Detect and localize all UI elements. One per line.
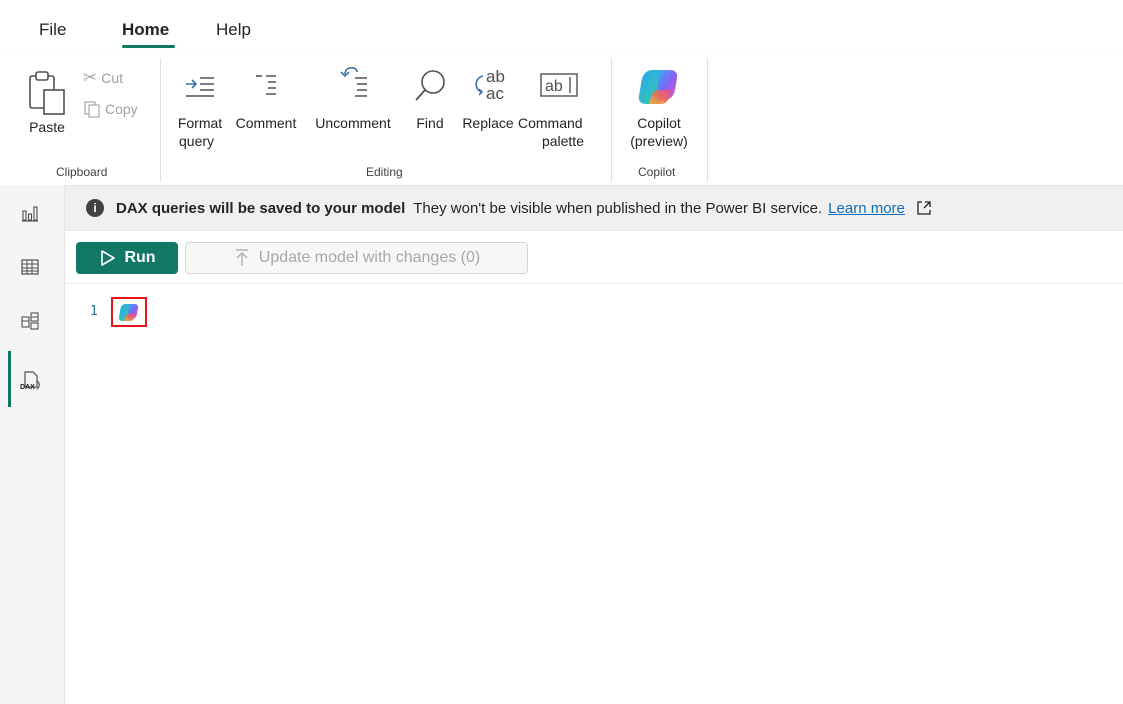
ribbon-divider <box>707 58 708 182</box>
find-label: Find <box>416 115 444 131</box>
command-label-2: palette <box>541 133 584 149</box>
replace-label: Replace <box>462 115 514 131</box>
copilot-icon <box>638 70 678 104</box>
model-icon <box>21 312 39 330</box>
ribbon-divider <box>160 58 161 182</box>
format-indent-icon <box>186 77 214 97</box>
dax-query-view-button[interactable]: DAX <box>8 363 52 399</box>
comment-label: Comment <box>235 115 297 131</box>
command-palette-button[interactable]: ab Command palette <box>518 64 600 150</box>
editing-group-label: Editing <box>366 165 403 179</box>
dax-query-icon: DAX <box>20 371 40 391</box>
find-button[interactable]: Find <box>410 64 450 132</box>
search-icon <box>415 70 445 101</box>
paste-label: Paste <box>29 119 65 135</box>
replace-button[interactable]: ab ac Replace <box>458 64 518 132</box>
run-label: Run <box>124 249 156 266</box>
format-query-button[interactable]: Format query <box>172 64 228 150</box>
tab-help[interactable]: Help <box>216 20 251 40</box>
external-link-icon[interactable] <box>915 199 933 217</box>
info-message: They won't be visible when published in … <box>413 199 823 217</box>
format-label-2: query <box>179 133 215 149</box>
info-icon: i <box>86 199 104 217</box>
uncomment-label: Uncomment <box>315 115 391 131</box>
comment-button[interactable]: Comment <box>230 64 302 132</box>
ribbon: Paste ✂ Cut Copy Clipboard Format query … <box>0 52 1123 186</box>
command-palette-icon: ab <box>540 73 578 97</box>
tab-active-indicator <box>122 45 175 48</box>
table-icon <box>21 259 39 275</box>
table-view-button[interactable] <box>8 249 52 285</box>
copy-icon <box>84 101 100 118</box>
comment-lines-icon <box>256 75 276 95</box>
active-view-indicator <box>8 351 11 407</box>
cut-button[interactable]: ✂ Cut <box>83 68 123 88</box>
info-title: DAX queries will be saved to your model <box>116 199 406 217</box>
copy-label: Copy <box>105 101 138 117</box>
scissors-icon: ✂ <box>83 68 98 87</box>
paste-button[interactable]: Paste <box>24 68 70 136</box>
command-label-1: Command <box>518 115 583 131</box>
svg-text:ab: ab <box>545 78 563 95</box>
cut-label: Cut <box>101 70 124 86</box>
report-view-button[interactable] <box>8 195 52 231</box>
tab-home[interactable]: Home <box>122 20 169 40</box>
copilot-label-1: Copilot <box>637 115 681 131</box>
info-banner: i DAX queries will be saved to your mode… <box>65 186 1123 231</box>
update-model-button[interactable]: Update model with changes (0) <box>185 242 528 274</box>
line-number: 1 <box>90 304 98 319</box>
run-button[interactable]: Run <box>76 242 178 274</box>
copilot-group-label: Copilot <box>638 165 676 179</box>
play-icon <box>101 250 116 266</box>
update-model-label: Update model with changes (0) <box>258 249 481 266</box>
copilot-button[interactable]: Copilot (preview) <box>624 64 694 150</box>
clipboard-group-label: Clipboard <box>56 165 108 179</box>
paste-icon <box>29 71 65 115</box>
copilot-icon <box>118 304 139 321</box>
replace-icon: ab ac <box>475 67 505 103</box>
tab-file[interactable]: File <box>39 20 66 40</box>
left-nav-rail: DAX <box>0 185 65 704</box>
format-label-1: Format <box>177 115 223 131</box>
menu-bar: File Home Help <box>0 0 1123 52</box>
inline-copilot-button[interactable] <box>111 297 147 327</box>
uncomment-icon <box>340 66 367 97</box>
bar-chart-icon <box>22 206 38 222</box>
ribbon-divider <box>611 58 612 182</box>
learn-more-link[interactable]: Learn more <box>828 200 905 217</box>
svg-text:ac: ac <box>486 84 504 103</box>
model-view-button[interactable] <box>8 303 52 339</box>
svg-text:DAX: DAX <box>20 384 35 391</box>
query-editor[interactable] <box>65 284 1123 704</box>
copilot-label-2: (preview) <box>630 133 688 149</box>
uncomment-button[interactable]: Uncomment <box>306 60 400 132</box>
copy-button[interactable]: Copy <box>83 100 138 118</box>
arrow-up-icon <box>235 249 248 266</box>
